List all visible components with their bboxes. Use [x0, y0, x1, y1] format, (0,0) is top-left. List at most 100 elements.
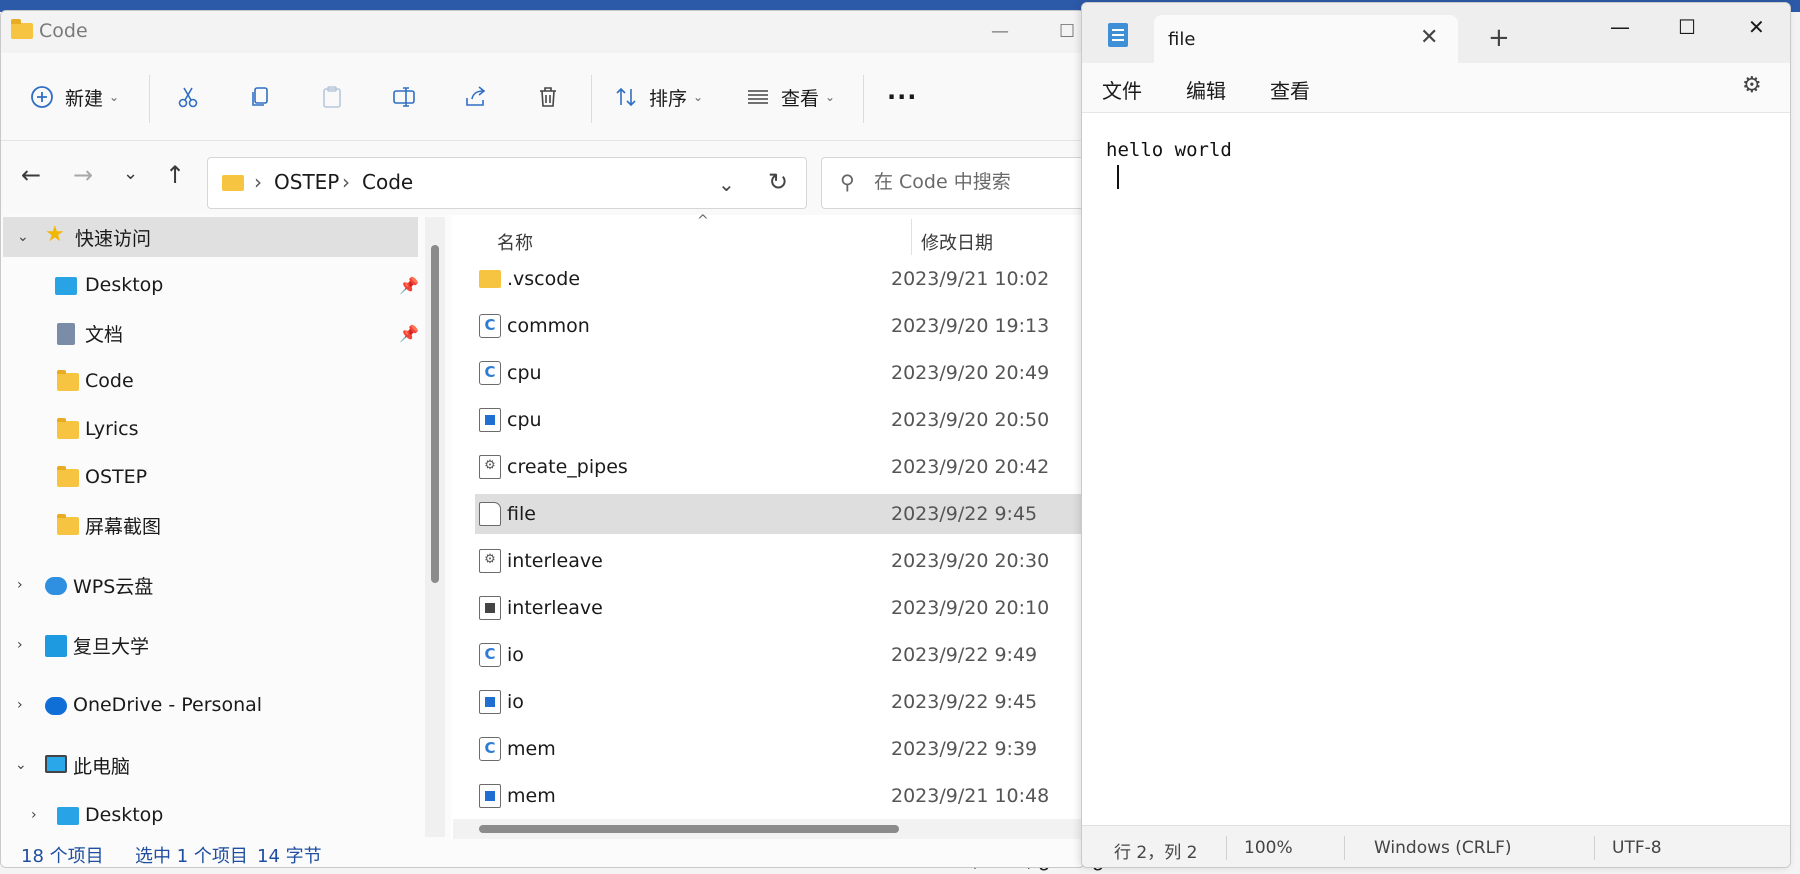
toolbar-divider [149, 75, 150, 123]
tab-file[interactable]: file ✕ [1154, 15, 1458, 63]
nav-wps-cloud[interactable]: › WPS云盘 [1, 565, 421, 605]
notepad-titlebar[interactable]: file ✕ + — ☐ ✕ [1082, 3, 1790, 63]
more-options-button[interactable]: ··· [887, 79, 917, 115]
folder-icon [57, 370, 79, 391]
forward-arrow-icon[interactable]: → [73, 161, 93, 189]
maximize-icon[interactable]: ☐ [1678, 15, 1696, 39]
file-date: 2023/9/20 19:13 [891, 315, 1050, 337]
breadcrumb-code[interactable]: Code [362, 170, 413, 194]
folder-icon [222, 175, 244, 191]
nav-screenshots[interactable]: 屏幕截图 [1, 505, 421, 545]
menu-edit[interactable]: 编辑 [1186, 75, 1226, 104]
new-button[interactable]: 新建 ⌄ [29, 79, 119, 115]
selection-count: 选中 1 个项目 [135, 846, 248, 867]
search-input[interactable] [872, 170, 1082, 194]
address-dropdown-icon[interactable]: ⌄ [718, 172, 735, 196]
c-file-icon: C [479, 737, 501, 761]
horizontal-scrollbar[interactable] [453, 819, 1084, 839]
nav-onedrive[interactable]: › OneDrive - Personal [1, 685, 421, 725]
new-tab-icon[interactable]: + [1488, 23, 1510, 53]
nav-label: OneDrive - Personal [73, 694, 263, 716]
delete-button[interactable] [535, 79, 561, 115]
file-row[interactable]: Cmem 2023/9/22 9:39 [475, 729, 1084, 769]
file-date: 2023/9/20 20:42 [891, 456, 1050, 478]
nav-lyrics[interactable]: Lyrics [1, 409, 421, 449]
file-row[interactable]: mem 2023/9/21 10:48 [475, 776, 1084, 816]
gear-file-icon: ⚙ [479, 549, 501, 573]
editor-content[interactable]: hello world [1106, 137, 1232, 163]
line-ending[interactable]: Windows (CRLF) [1374, 838, 1512, 858]
minimize-icon[interactable]: — [991, 21, 1009, 42]
column-header-date[interactable]: 修改日期 [921, 229, 993, 255]
file-row[interactable]: ⚙ interleave 2023/9/20 20:30 [475, 541, 1084, 581]
encoding[interactable]: UTF-8 [1612, 838, 1662, 858]
file-name: io [507, 644, 524, 666]
minimize-icon[interactable]: — [1610, 15, 1630, 39]
menu-file[interactable]: 文件 [1102, 75, 1142, 104]
chevron-down-icon: ⌄ [825, 90, 836, 104]
nav-desktop[interactable]: Desktop 📌 [1, 265, 421, 305]
close-icon[interactable]: ✕ [1748, 15, 1765, 39]
address-row: ← → ⌄ ↑ › OSTEP › Code ⌄ ↻ ⚲ [1, 141, 1084, 215]
scrollbar-thumb[interactable] [431, 245, 439, 583]
nav-quick-access[interactable]: ⌄ ★ 快速访问 [3, 217, 418, 257]
column-header-name[interactable]: 名称 [497, 229, 533, 255]
paste-button[interactable] [319, 79, 345, 115]
maximize-icon[interactable]: ☐ [1059, 21, 1075, 42]
navigation-scrollbar[interactable] [425, 217, 445, 837]
clipboard-icon [323, 86, 341, 108]
exe-icon [479, 784, 501, 808]
up-arrow-icon[interactable]: ↑ [165, 161, 185, 189]
file-name: io [507, 691, 524, 713]
nav-code[interactable]: Code [1, 361, 421, 401]
share-button[interactable] [463, 79, 489, 115]
nav-ostep[interactable]: OSTEP [1, 457, 421, 497]
sort-button[interactable]: 排序 ⌄ [613, 79, 703, 115]
file-row[interactable]: io 2023/9/22 9:45 [475, 682, 1084, 722]
breadcrumb-ostep[interactable]: OSTEP [274, 170, 339, 194]
copy-button[interactable] [247, 79, 273, 115]
toolbar-divider [591, 75, 592, 123]
scrollbar-thumb[interactable] [479, 825, 899, 833]
pin-icon[interactable]: 📌 [399, 276, 419, 295]
nav-this-pc[interactable]: ⌄ 此电脑 [1, 745, 421, 785]
recent-locations-icon[interactable]: ⌄ [123, 163, 138, 184]
nav-label: 复旦大学 [73, 635, 150, 658]
chevron-down-icon: ⌄ [693, 90, 704, 104]
file-row[interactable]: ⚙ create_pipes 2023/9/20 20:42 [475, 447, 1084, 487]
exe-icon [479, 690, 501, 714]
file-name: cpu [507, 409, 542, 431]
cloud-icon [45, 577, 67, 595]
c-file-icon: C [479, 314, 501, 338]
view-button[interactable]: 查看 ⌄ [745, 79, 835, 115]
back-arrow-icon[interactable]: ← [21, 161, 41, 189]
text-editor[interactable]: hello world [1082, 113, 1790, 825]
search-box[interactable]: ⚲ [821, 157, 1084, 209]
refresh-icon[interactable]: ↻ [768, 168, 788, 196]
file-row[interactable]: Ccpu 2023/9/20 20:49 [475, 353, 1084, 393]
navigation-pane: ⌄ ★ 快速访问 Desktop 📌 文档 📌 Code Lyrics OSTE… [1, 215, 421, 839]
cut-button[interactable] [175, 79, 201, 115]
close-tab-icon[interactable]: ✕ [1420, 25, 1438, 50]
explorer-titlebar[interactable]: Code — ☐ [1, 11, 1084, 53]
rename-button[interactable] [391, 79, 417, 115]
nav-fudan[interactable]: › 复旦大学 [1, 625, 421, 665]
blank-file-icon [479, 502, 501, 526]
file-row[interactable]: cpu 2023/9/20 20:50 [475, 400, 1084, 440]
folder-icon [57, 466, 79, 487]
file-row[interactable]: file 2023/9/22 9:45 [475, 494, 1084, 534]
column-divider[interactable] [911, 219, 912, 255]
file-row[interactable]: Ccommon 2023/9/20 19:13 [475, 306, 1084, 346]
zoom-level[interactable]: 100% [1244, 838, 1293, 858]
settings-gear-icon[interactable]: ⚙ [1742, 73, 1762, 98]
nav-label: 文档 [85, 323, 124, 346]
address-bar[interactable]: › OSTEP › Code ⌄ ↻ [207, 157, 807, 209]
nav-pc-desktop[interactable]: › Desktop [1, 795, 421, 835]
menu-view[interactable]: 查看 [1270, 75, 1310, 104]
text-caret [1117, 165, 1119, 189]
file-row[interactable]: .vscode 2023/9/21 10:02 [475, 259, 1084, 299]
file-row[interactable]: interleave 2023/9/20 20:10 [475, 588, 1084, 628]
pin-icon[interactable]: 📌 [399, 324, 419, 343]
file-row[interactable]: Cio 2023/9/22 9:49 [475, 635, 1084, 675]
nav-documents[interactable]: 文档 📌 [1, 313, 421, 353]
